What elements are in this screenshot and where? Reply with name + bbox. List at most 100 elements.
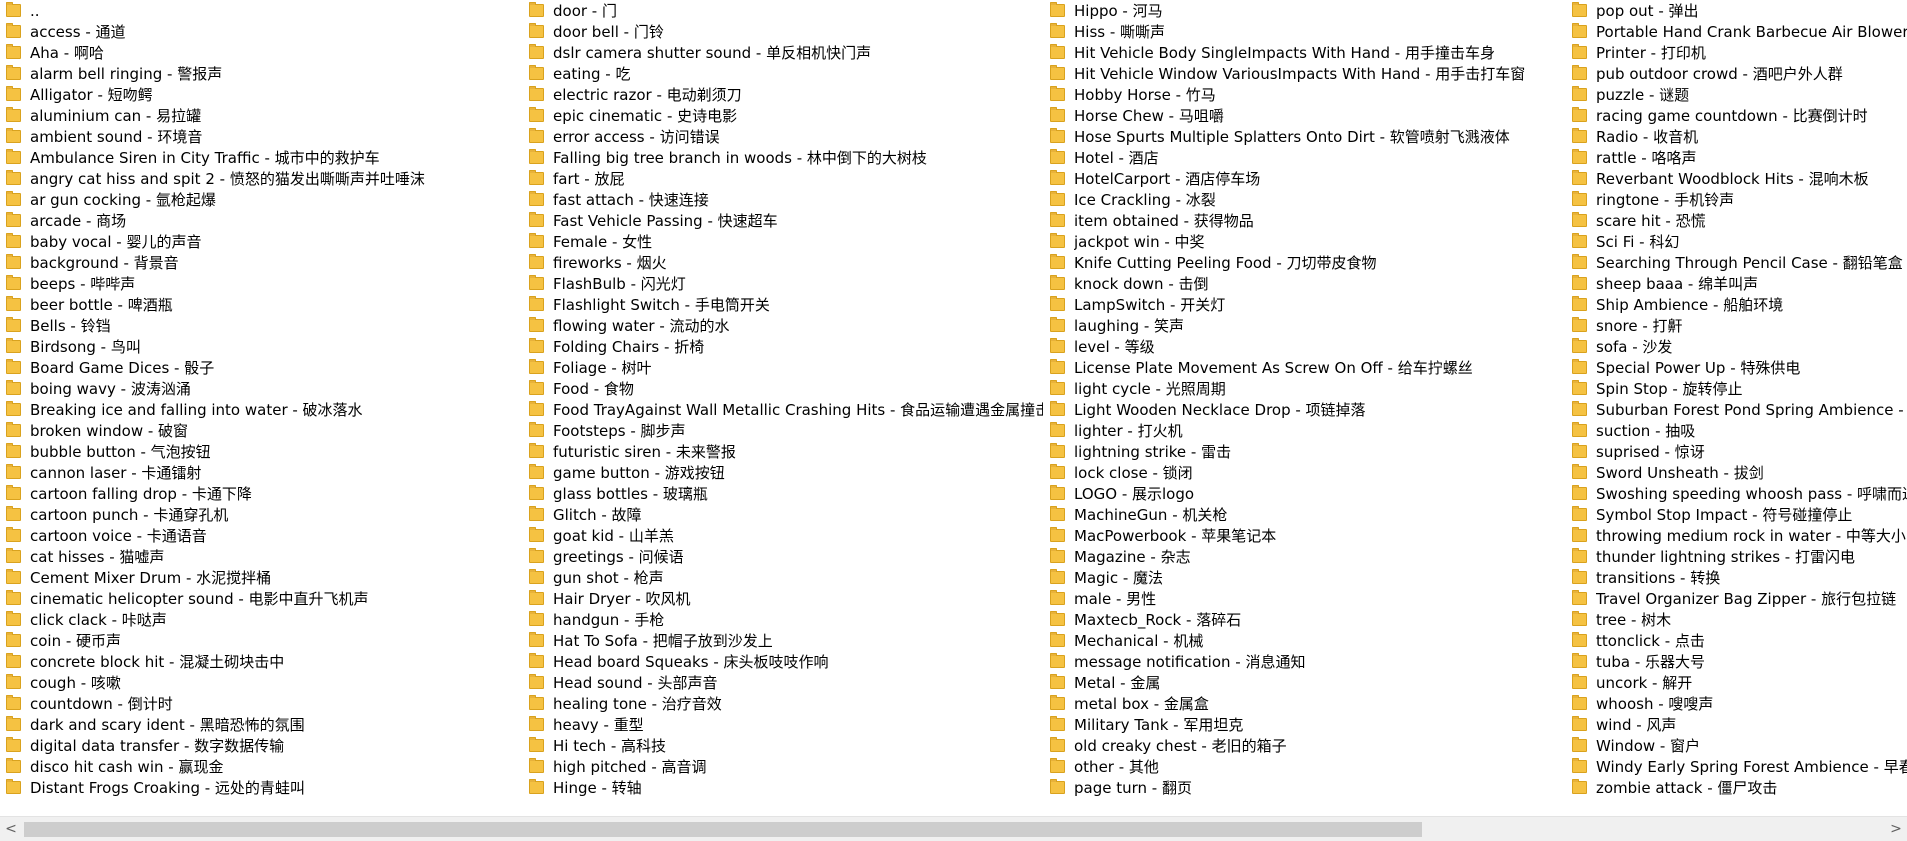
- folder-item[interactable]: Suburban Forest Pond Spring Ambience - 郊: [1566, 399, 1907, 420]
- folder-item[interactable]: Searching Through Pencil Case - 翻铅笔盒: [1566, 252, 1907, 273]
- folder-item[interactable]: License Plate Movement As Screw On Off -…: [1044, 357, 1564, 378]
- folder-item[interactable]: Reverbant Woodblock Hits - 混响木板: [1566, 168, 1907, 189]
- folder-item[interactable]: cartoon voice - 卡通语音: [0, 525, 520, 546]
- folder-item[interactable]: zombie attack - 僵尸攻击: [1566, 777, 1907, 798]
- folder-item[interactable]: Hat To Sofa - 把帽子放到沙发上: [523, 630, 1043, 651]
- folder-item[interactable]: Window - 窗户: [1566, 735, 1907, 756]
- folder-item[interactable]: Magic - 魔法: [1044, 567, 1564, 588]
- folder-item[interactable]: disco hit cash win - 赢现金: [0, 756, 520, 777]
- folder-item[interactable]: angry cat hiss and spit 2 - 愤怒的猫发出嘶嘶声并吐唾…: [0, 168, 520, 189]
- folder-item[interactable]: Symbol Stop Impact - 符号碰撞停止: [1566, 504, 1907, 525]
- folder-item[interactable]: eating - 吃: [523, 63, 1043, 84]
- folder-item[interactable]: Head board Squeaks - 床头板吱吱作响: [523, 651, 1043, 672]
- folder-item[interactable]: male - 男性: [1044, 588, 1564, 609]
- folder-item[interactable]: heavy - 重型: [523, 714, 1043, 735]
- folder-item[interactable]: Breaking ice and falling into water - 破冰…: [0, 399, 520, 420]
- folder-item[interactable]: Sword Unsheath - 拔剑: [1566, 462, 1907, 483]
- folder-item[interactable]: Hotel - 酒店: [1044, 147, 1564, 168]
- folder-item[interactable]: lock close - 锁闭: [1044, 462, 1564, 483]
- folder-item[interactable]: LOGO - 展示logo: [1044, 483, 1564, 504]
- folder-item[interactable]: knock down - 击倒: [1044, 273, 1564, 294]
- folder-item[interactable]: handgun - 手枪: [523, 609, 1043, 630]
- folder-item[interactable]: Sci Fi - 科幻: [1566, 231, 1907, 252]
- folder-item[interactable]: Radio - 收音机: [1566, 126, 1907, 147]
- folder-item[interactable]: Hit Vehicle Window VariousImpacts With H…: [1044, 63, 1564, 84]
- folder-item[interactable]: Special Power Up - 特殊供电: [1566, 357, 1907, 378]
- folder-item[interactable]: ..: [0, 0, 520, 21]
- folder-item[interactable]: access - 通道: [0, 21, 520, 42]
- folder-item[interactable]: Hinge - 转轴: [523, 777, 1043, 798]
- folder-item[interactable]: transitions - 转换: [1566, 567, 1907, 588]
- scroll-left-arrow-icon[interactable]: <: [0, 817, 22, 841]
- folder-item[interactable]: cat hisses - 猫嘘声: [0, 546, 520, 567]
- folder-item[interactable]: coin - 硬币声: [0, 630, 520, 651]
- folder-item[interactable]: fireworks - 烟火: [523, 252, 1043, 273]
- folder-item[interactable]: Footsteps - 脚步声: [523, 420, 1043, 441]
- folder-item[interactable]: Portable Hand Crank Barbecue Air Blower …: [1566, 21, 1907, 42]
- folder-item[interactable]: ar gun cocking - 氩枪起爆: [0, 189, 520, 210]
- folder-item[interactable]: metal box - 金属盒: [1044, 693, 1564, 714]
- folder-item[interactable]: Magazine - 杂志: [1044, 546, 1564, 567]
- folder-item[interactable]: epic cinematic - 史诗电影: [523, 105, 1043, 126]
- folder-item[interactable]: item obtained - 获得物品: [1044, 210, 1564, 231]
- folder-item[interactable]: cannon laser - 卡通镭射: [0, 462, 520, 483]
- folder-item[interactable]: door - 门: [523, 0, 1043, 21]
- folder-item[interactable]: Hose Spurts Multiple Splatters Onto Dirt…: [1044, 126, 1564, 147]
- folder-item[interactable]: goat kid - 山羊羔: [523, 525, 1043, 546]
- folder-item[interactable]: ttonclick - 点击: [1566, 630, 1907, 651]
- folder-item[interactable]: bubble button - 气泡按钮: [0, 441, 520, 462]
- folder-item[interactable]: suction - 抽吸: [1566, 420, 1907, 441]
- folder-item[interactable]: Head sound - 头部声音: [523, 672, 1043, 693]
- folder-item[interactable]: Cement Mixer Drum - 水泥搅拌桶: [0, 567, 520, 588]
- folder-item[interactable]: lightning strike - 雷击: [1044, 441, 1564, 462]
- folder-item[interactable]: tree - 树木: [1566, 609, 1907, 630]
- folder-item[interactable]: scare hit - 恐慌: [1566, 210, 1907, 231]
- folder-item[interactable]: Alligator - 短吻鳄: [0, 84, 520, 105]
- folder-item[interactable]: FlashBulb - 闪光灯: [523, 273, 1043, 294]
- folder-item[interactable]: wind - 风声: [1566, 714, 1907, 735]
- folder-item[interactable]: Glitch - 故障: [523, 504, 1043, 525]
- folder-item[interactable]: door bell - 门铃: [523, 21, 1043, 42]
- folder-item[interactable]: Swoshing speeding whoosh pass - 呼啸而过: [1566, 483, 1907, 504]
- folder-item[interactable]: healing tone - 治疗音效: [523, 693, 1043, 714]
- folder-item[interactable]: Aha - 啊哈: [0, 42, 520, 63]
- folder-item[interactable]: sheep baaa - 绵羊叫声: [1566, 273, 1907, 294]
- folder-item[interactable]: suprised - 惊讶: [1566, 441, 1907, 462]
- folder-item[interactable]: MachineGun - 机关枪: [1044, 504, 1564, 525]
- folder-item[interactable]: throwing medium rock in water - 中等大小的石: [1566, 525, 1907, 546]
- folder-item[interactable]: beer bottle - 啤酒瓶: [0, 294, 520, 315]
- folder-item[interactable]: Ship Ambience - 船舶环境: [1566, 294, 1907, 315]
- folder-item[interactable]: level - 等级: [1044, 336, 1564, 357]
- folder-item[interactable]: sofa - 沙发: [1566, 336, 1907, 357]
- folder-item[interactable]: Hit Vehicle Body SingleImpacts With Hand…: [1044, 42, 1564, 63]
- folder-item[interactable]: Food TrayAgainst Wall Metallic Crashing …: [523, 399, 1043, 420]
- folder-item[interactable]: Hair Dryer - 吹风机: [523, 588, 1043, 609]
- folder-item[interactable]: old creaky chest - 老旧的箱子: [1044, 735, 1564, 756]
- folder-item[interactable]: Female - 女性: [523, 231, 1043, 252]
- folder-item[interactable]: HotelCarport - 酒店停车场: [1044, 168, 1564, 189]
- folder-item[interactable]: Travel Organizer Bag Zipper - 旅行包拉链: [1566, 588, 1907, 609]
- folder-item[interactable]: digital data transfer - 数字数据传输: [0, 735, 520, 756]
- folder-item[interactable]: LampSwitch - 开关灯: [1044, 294, 1564, 315]
- folder-item[interactable]: baby vocal - 婴儿的声音: [0, 231, 520, 252]
- folder-item[interactable]: tuba - 乐器大号: [1566, 651, 1907, 672]
- folder-item[interactable]: Foliage - 树叶: [523, 357, 1043, 378]
- folder-item[interactable]: message notification - 消息通知: [1044, 651, 1564, 672]
- folder-item[interactable]: countdown - 倒计时: [0, 693, 520, 714]
- folder-item[interactable]: ambient sound - 环境音: [0, 126, 520, 147]
- folder-item[interactable]: light cycle - 光照周期: [1044, 378, 1564, 399]
- scrollbar-thumb[interactable]: [24, 822, 1422, 837]
- folder-item[interactable]: aluminium can - 易拉罐: [0, 105, 520, 126]
- folder-item[interactable]: Printer - 打印机: [1566, 42, 1907, 63]
- folder-item[interactable]: ringtone - 手机铃声: [1566, 189, 1907, 210]
- folder-item[interactable]: Light Wooden Necklace Drop - 项链掉落: [1044, 399, 1564, 420]
- folder-item[interactable]: Fast Vehicle Passing - 快速超车: [523, 210, 1043, 231]
- folder-item[interactable]: click clack - 咔哒声: [0, 609, 520, 630]
- folder-item[interactable]: cartoon falling drop - 卡通下降: [0, 483, 520, 504]
- folder-item[interactable]: thunder lightning strikes - 打雷闪电: [1566, 546, 1907, 567]
- folder-item[interactable]: Windy Early Spring Forest Ambience - 早春有: [1566, 756, 1907, 777]
- folder-item[interactable]: Knife Cutting Peeling Food - 刀切带皮食物: [1044, 252, 1564, 273]
- folder-item[interactable]: cartoon punch - 卡通穿孔机: [0, 504, 520, 525]
- folder-item[interactable]: Board Game Dices - 骰子: [0, 357, 520, 378]
- folder-item[interactable]: game button - 游戏按钮: [523, 462, 1043, 483]
